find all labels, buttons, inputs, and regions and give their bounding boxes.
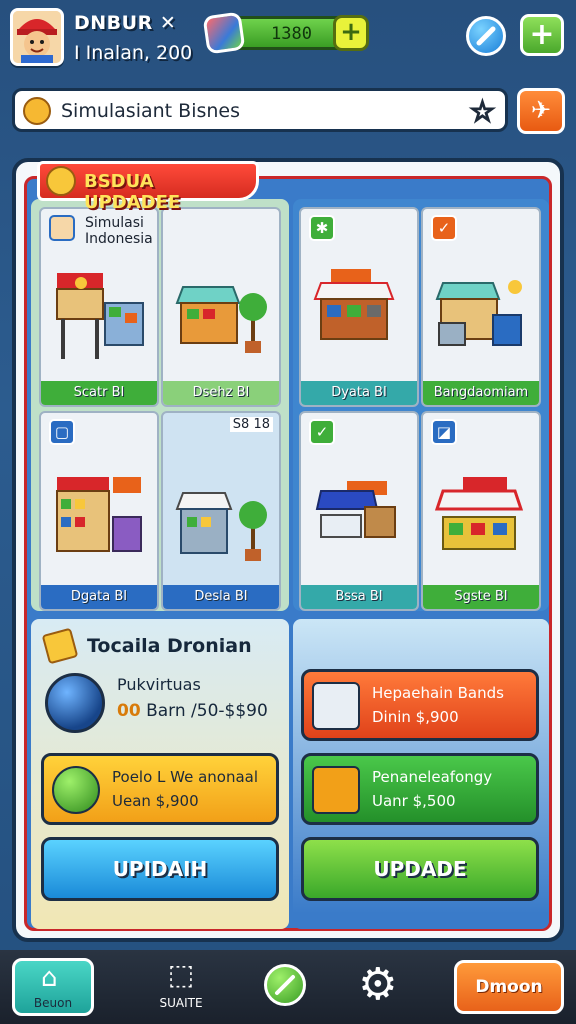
rocket-button[interactable]: ✈ [517,88,565,134]
card-label: Desla BI [163,585,279,609]
card-sku: S8 18 [229,417,273,432]
pencil-icon [275,975,295,995]
panel-header-ribbon: BSDUA UPDADEE [37,161,259,213]
upgrade-button-left[interactable]: UPIDAIH [41,837,279,901]
panel-title: BSDUA UPDADEE [84,171,181,213]
top-bar: DNBUR ✕ I Inalan, 200 1380 + + [0,0,576,76]
star-icon[interactable]: ☆ [469,94,496,129]
shop-card[interactable]: S8 18 Desla BI [161,411,281,611]
offer-title: Penaneleafongy [372,768,493,786]
upgrade-icon [41,627,79,665]
avatar-badge-icon [49,215,75,241]
shop-card[interactable]: ▢ Dgata BI [39,411,159,611]
offer-card[interactable]: Poelo L We anonaal Uean $,900 [41,753,279,825]
home-icon: ⌂ [41,963,58,993]
search-bar[interactable]: Simulasiant Bisnes ☆ [12,88,508,132]
player-name: DNBUR ✕ [74,12,177,34]
offer-price: Uanr $,500 [372,792,456,810]
kiosk-icon [175,492,267,561]
badge-icon: ✓ [309,419,335,445]
card-label: Dsehz BI [163,381,279,405]
shelf-shop-icon [56,477,142,552]
card-title-line1: Simulasi [85,215,144,231]
card-label: Bangdaomiam [423,381,539,405]
compass-button[interactable] [466,16,506,56]
card-grid-left: Simulasi Indonesia Scatr BI Dsehz BI ▢ D… [31,199,289,611]
gear-icon[interactable]: ⚙ [358,958,397,1012]
offer-price: Uean $,900 [112,792,199,810]
nav-item-suaite[interactable]: ⬚ SUAITE [146,958,216,1016]
orb-icon [45,673,105,733]
upgrade-panel-right: Hepaehain Bands Dinin $,900 Penaneleafon… [293,619,549,929]
nav-cta-button[interactable]: Dmoon [454,960,564,1014]
orb-price-row: 00 Barn /50-$$90 [117,701,268,721]
card-label: Dyata BI [301,381,417,405]
awning-stall-icon [434,477,524,550]
orb-level: 00 [117,701,141,721]
coin-icon [46,166,76,196]
cart-icon [312,682,360,730]
market-stall-icon [56,273,144,359]
nav-edit[interactable] [264,964,306,1006]
search-input[interactable]: Simulasiant Bisnes [61,100,240,122]
nav-item-label: SUAITE [159,996,203,1010]
player-subtitle: I Inalan, 200 [74,42,193,64]
pencil-icon [476,26,496,46]
stall-icon [313,269,395,340]
card-label: Dgata BI [41,585,157,609]
rocket-icon: ✈ [530,96,552,124]
badge-icon: ▢ [49,419,75,445]
cart-stall-icon [315,481,396,538]
bottom-nav: ⌂ Beuon ⬚ SUAITE ⚙ Dmoon [0,950,576,1024]
main-panel: Simulasi Indonesia Scatr BI Dsehz BI ▢ D… [12,158,564,942]
add-button[interactable]: + [520,14,564,56]
badge-icon: ◪ [431,419,457,445]
orb-name: Pukvirtuas [117,675,201,694]
shop-card[interactable]: ✓ Bangdaomiam [421,207,541,407]
nav-home-label: Beuon [33,996,73,1010]
upgrade-title: Tocaila Dronian [87,635,252,657]
shop-stall-icon [175,286,267,353]
player-avatar[interactable] [10,8,64,66]
grocery-icon [435,280,522,346]
shop-card[interactable]: Dsehz BI [161,207,281,407]
offer-card[interactable]: Hepaehain Bands Dinin $,900 [301,669,539,741]
search-face-icon [23,97,51,125]
orb-price: Barn /50-$$90 [146,701,268,721]
add-coins-button[interactable]: + [333,15,369,51]
offer-title: Hepaehain Bands [372,684,504,702]
avatar-face-icon [13,11,61,63]
offer-card[interactable]: Penaneleafongy Uanr $,500 [301,753,539,825]
coin-value: 1380 [271,24,312,44]
shop-card[interactable]: ✱ Dyata BI [299,207,419,407]
offer-title: Poelo L We anonaal [112,768,259,786]
gem-icon [202,11,246,55]
card-label: Scatr BI [41,381,157,405]
upgrade-button-right[interactable]: UPDADE [301,837,539,901]
shop-card[interactable]: ✓ Bssa BI [299,411,419,611]
card-label: Sgste BI [423,585,539,609]
shop-card[interactable]: Simulasi Indonesia Scatr BI [39,207,159,407]
badge-icon: ✱ [309,215,335,241]
nav-home[interactable]: ⌂ Beuon [12,958,94,1016]
coin-counter: 1380 + [202,11,369,55]
leaf-icon [52,766,100,814]
upgrade-panel-left: Tocaila Dronian Pukvirtuas 00 Barn /50-$… [31,619,289,929]
card-label: Bssa BI [301,585,417,609]
shop-card[interactable]: ◪ Sgste BI [421,411,541,611]
badge-icon: ✓ [431,215,457,241]
bag-icon [312,766,360,814]
offer-price: Dinin $,900 [372,708,459,726]
panel-inner: Simulasi Indonesia Scatr BI Dsehz BI ▢ D… [24,161,552,931]
card-grid-right: ✱ Dyata BI ✓ Bangdaomiam ✓ Bssa BI ◪ Sgs… [293,199,549,611]
cube-icon: ⬚ [167,958,195,991]
